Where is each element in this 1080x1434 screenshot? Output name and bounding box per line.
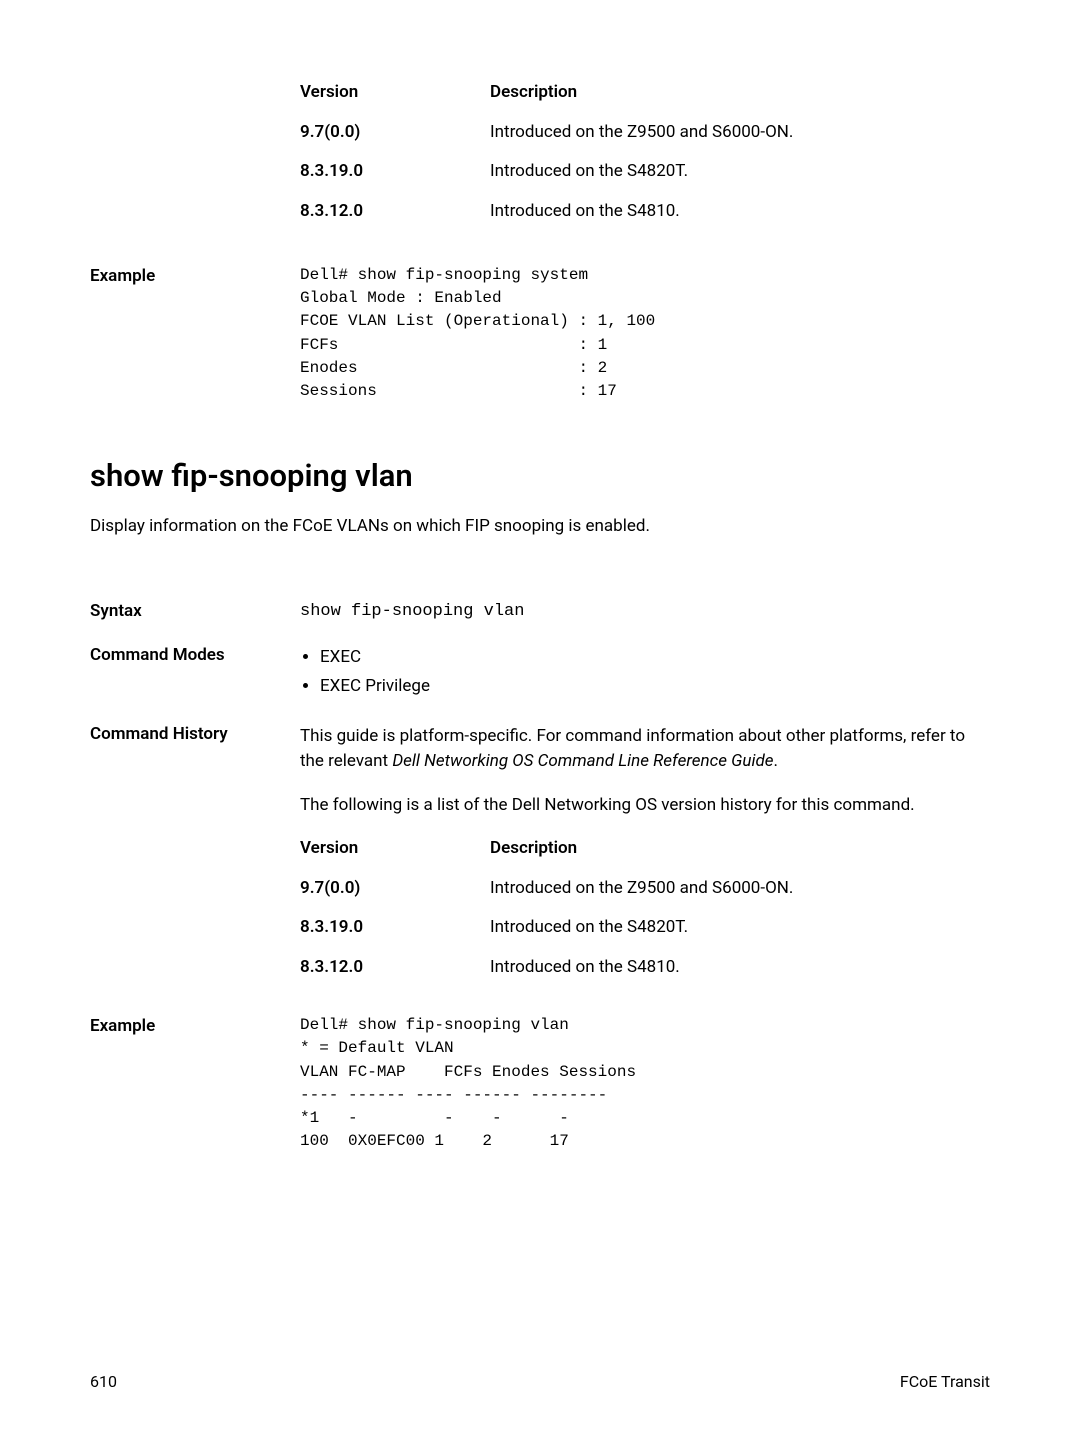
header-version: Version (300, 836, 490, 862)
version-header-row: Version Description (300, 836, 990, 862)
example-code: Dell# show fip-snooping vlan * = Default… (300, 1014, 990, 1153)
list-item: EXEC (320, 645, 990, 671)
list-item: EXEC Privilege (320, 674, 990, 700)
command-modes-block: Command Modes EXEC EXEC Privilege (90, 645, 990, 704)
example-content: Dell# show fip-snooping vlan * = Default… (300, 1014, 990, 1153)
header-description: Description (490, 836, 990, 862)
header-description: Description (490, 80, 990, 106)
example-label: Example (90, 264, 300, 403)
history-text-post: . (774, 751, 778, 771)
history-paragraph-1: This guide is platform-specific. For com… (300, 724, 990, 775)
section-heading: show fip-snooping vlan (90, 453, 990, 500)
syntax-command: show fip-snooping vlan (300, 599, 990, 625)
version-value: 8.3.12.0 (300, 199, 490, 225)
command-history-label: Command History (90, 724, 300, 995)
version-value: 8.3.19.0 (300, 915, 490, 941)
version-description: Introduced on the Z9500 and S6000-ON. (490, 876, 990, 902)
version-row: 9.7(0.0) Introduced on the Z9500 and S60… (300, 120, 990, 146)
version-description: Introduced on the S4810. (490, 955, 990, 981)
example-label: Example (90, 1014, 300, 1153)
version-description: Introduced on the S4820T. (490, 915, 990, 941)
version-row: 8.3.19.0 Introduced on the S4820T. (300, 159, 990, 185)
footer-title: FCoE Transit (900, 1370, 990, 1394)
history-paragraph-2: The following is a list of the Dell Netw… (300, 793, 990, 819)
example-content: Dell# show fip-snooping system Global Mo… (300, 264, 990, 403)
version-value: 9.7(0.0) (300, 876, 490, 902)
command-modes-list: EXEC EXEC Privilege (320, 645, 990, 700)
syntax-block: Syntax show fip-snooping vlan (90, 599, 990, 625)
version-value: 9.7(0.0) (300, 120, 490, 146)
example-block-2: Example Dell# show fip-snooping vlan * =… (90, 1014, 990, 1153)
version-row: 8.3.12.0 Introduced on the S4810. (300, 955, 990, 981)
command-modes-label: Command Modes (90, 645, 300, 704)
header-version: Version (300, 80, 490, 106)
example-code: Dell# show fip-snooping system Global Mo… (300, 264, 990, 403)
version-row: 8.3.19.0 Introduced on the S4820T. (300, 915, 990, 941)
page-footer: 610 FCoE Transit (90, 1370, 990, 1394)
version-description: Introduced on the S4820T. (490, 159, 990, 185)
command-history-block: Command History This guide is platform-s… (90, 724, 990, 995)
version-value: 8.3.19.0 (300, 159, 490, 185)
example-block: Example Dell# show fip-snooping system G… (90, 264, 990, 403)
section-1: Version Description 9.7(0.0) Introduced … (90, 80, 990, 403)
command-history-content: This guide is platform-specific. For com… (300, 724, 990, 995)
section-intro: Display information on the FCoE VLANs on… (90, 514, 990, 540)
history-text-italic: Dell Networking OS Command Line Referenc… (392, 751, 773, 771)
command-modes-content: EXEC EXEC Privilege (300, 645, 990, 704)
version-row: 8.3.12.0 Introduced on the S4810. (300, 199, 990, 225)
version-header-row: Version Description (300, 80, 990, 106)
syntax-label: Syntax (90, 599, 300, 625)
version-description: Introduced on the S4810. (490, 199, 990, 225)
page-number: 610 (90, 1370, 117, 1394)
version-table: Version Description 9.7(0.0) Introduced … (300, 80, 990, 224)
version-value: 8.3.12.0 (300, 955, 490, 981)
version-description: Introduced on the Z9500 and S6000-ON. (490, 120, 990, 146)
version-row: 9.7(0.0) Introduced on the Z9500 and S60… (300, 876, 990, 902)
